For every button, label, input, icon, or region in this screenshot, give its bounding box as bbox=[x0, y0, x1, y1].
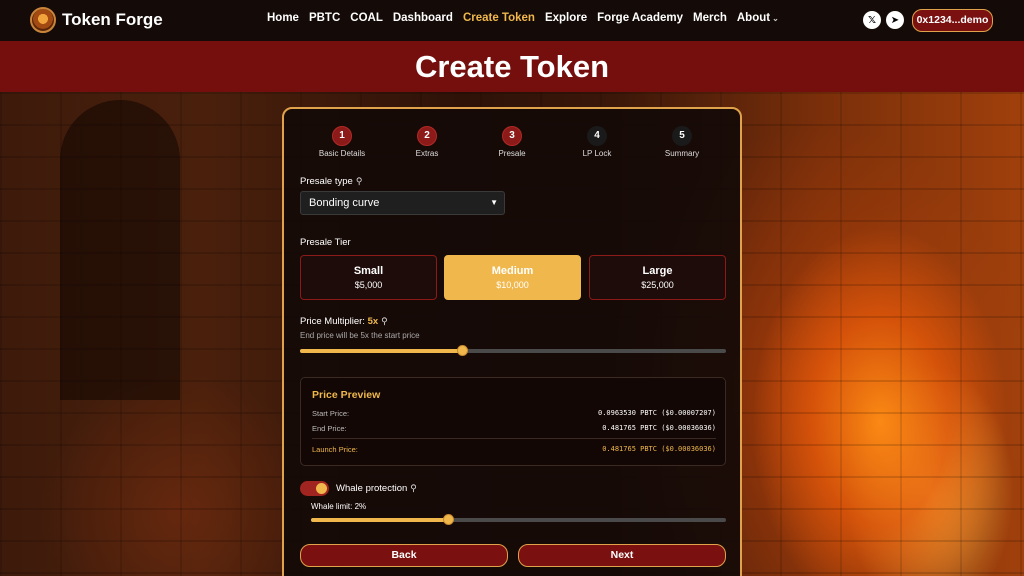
step-number: 2 bbox=[417, 126, 437, 146]
step-indicator: 1 Basic Details 2 Extras 3 Presale 4 LP … bbox=[302, 126, 726, 160]
tier-name: Medium bbox=[491, 265, 534, 277]
start-price-row: Start Price: 0.0963530 PBTC ($0.00007207… bbox=[312, 409, 716, 418]
price-multiplier-label: Price Multiplier: 5x ⚲ bbox=[300, 316, 388, 327]
nav-coal[interactable]: COAL bbox=[350, 12, 383, 24]
step-number: 3 bbox=[502, 126, 522, 146]
tier-small-option[interactable]: Small $5,000 bbox=[300, 255, 437, 300]
nav-pbtc[interactable]: PBTC bbox=[309, 12, 340, 24]
tier-name: Large bbox=[642, 265, 673, 277]
whale-protection-label-text: Whale protection bbox=[336, 483, 408, 494]
nav-dashboard[interactable]: Dashboard bbox=[393, 12, 453, 24]
price-multiplier-slider[interactable] bbox=[300, 345, 726, 356]
step-summary[interactable]: 5 Summary bbox=[642, 126, 722, 158]
lightbulb-icon[interactable]: ⚲ bbox=[356, 176, 363, 187]
brand-logo[interactable]: Token Forge bbox=[30, 7, 163, 33]
telegram-icon[interactable]: ➤ bbox=[886, 11, 904, 29]
tier-medium-option[interactable]: Medium $10,000 bbox=[444, 255, 581, 300]
price-preview-panel: Price Preview Start Price: 0.0963530 PBT… bbox=[300, 377, 726, 466]
step-lp-lock[interactable]: 4 LP Lock bbox=[557, 126, 637, 158]
end-price-label: End Price: bbox=[312, 424, 347, 433]
presale-type-value: Bonding curve bbox=[309, 197, 380, 209]
forge-logo-icon bbox=[30, 7, 56, 33]
nav-merch[interactable]: Merch bbox=[693, 12, 727, 24]
page-header: Create Token bbox=[0, 41, 1024, 92]
create-token-card: 1 Basic Details 2 Extras 3 Presale 4 LP … bbox=[282, 107, 742, 576]
tier-price: $10,000 bbox=[496, 280, 529, 290]
whale-protection-label: Whale protection ⚲ bbox=[336, 483, 417, 494]
launch-price-value: 0.481765 PBTC ($0.00036036) bbox=[602, 445, 716, 453]
nav-about-label: About bbox=[736, 12, 771, 24]
slider-fill bbox=[311, 518, 448, 522]
step-basic-details[interactable]: 1 Basic Details bbox=[302, 126, 382, 158]
back-button[interactable]: Back bbox=[300, 544, 508, 567]
lightbulb-icon[interactable]: ⚲ bbox=[410, 483, 417, 494]
page-title: Create Token bbox=[414, 49, 610, 84]
wallet-button[interactable]: 0x1234...demo bbox=[912, 9, 993, 32]
price-multiplier-label-text: Price Multiplier: bbox=[300, 316, 365, 327]
slider-thumb[interactable] bbox=[456, 345, 468, 356]
next-button[interactable]: Next bbox=[518, 544, 726, 567]
start-price-label: Start Price: bbox=[312, 409, 350, 418]
end-price-row: End Price: 0.481765 PBTC ($0.00036036) bbox=[312, 424, 716, 433]
nav-about[interactable]: About ⌄ bbox=[737, 12, 779, 24]
slider-fill bbox=[300, 349, 462, 353]
price-multiplier-hint: End price will be 5x the start price bbox=[300, 331, 420, 340]
start-price-value: 0.0963530 PBTC ($0.00007207) bbox=[597, 409, 716, 417]
chevron-down-icon: ▼ bbox=[490, 198, 498, 207]
whale-limit-label: Whale limit: 2% bbox=[311, 502, 367, 511]
x-icon[interactable]: 𝕏 bbox=[863, 11, 881, 29]
brand-name: Token Forge bbox=[62, 10, 163, 29]
step-number: 4 bbox=[587, 126, 607, 146]
step-label: Extras bbox=[415, 149, 439, 158]
nav-explore[interactable]: Explore bbox=[545, 12, 587, 24]
presale-type-label: Presale type ⚲ bbox=[300, 176, 362, 187]
lightbulb-icon[interactable]: ⚲ bbox=[381, 316, 388, 327]
tier-price: $5,000 bbox=[354, 280, 383, 290]
nav-forge-academy[interactable]: Forge Academy bbox=[597, 12, 683, 24]
end-price-value: 0.481765 PBTC ($0.00036036) bbox=[602, 424, 716, 432]
step-label: Presale bbox=[498, 149, 526, 158]
tier-price: $25,000 bbox=[641, 280, 674, 290]
whale-limit-slider[interactable] bbox=[311, 514, 726, 525]
nav-links: Home PBTC COAL Dashboard Create Token Ex… bbox=[267, 12, 779, 24]
step-label: LP Lock bbox=[582, 149, 612, 158]
step-label: Basic Details bbox=[318, 149, 366, 158]
presale-type-label-text: Presale type bbox=[300, 176, 353, 187]
step-extras[interactable]: 2 Extras bbox=[387, 126, 467, 158]
nav-home[interactable]: Home bbox=[267, 12, 299, 24]
toggle-knob bbox=[316, 483, 327, 494]
step-number: 5 bbox=[672, 126, 692, 146]
launch-price-row: Launch Price: 0.481765 PBTC ($0.00036036… bbox=[312, 445, 716, 454]
price-preview-title: Price Preview bbox=[312, 389, 381, 401]
step-label: Summary bbox=[664, 149, 700, 158]
forge-arch bbox=[60, 100, 180, 400]
preview-divider bbox=[312, 438, 716, 439]
tier-name: Small bbox=[353, 265, 384, 277]
chevron-down-icon: ⌄ bbox=[772, 14, 779, 23]
presale-type-select[interactable]: Bonding curve ▼ bbox=[300, 191, 505, 215]
step-number: 1 bbox=[332, 126, 352, 146]
top-navbar: Token Forge Home PBTC COAL Dashboard Cre… bbox=[0, 0, 1024, 41]
slider-thumb[interactable] bbox=[442, 514, 454, 525]
price-multiplier-value: 5x bbox=[367, 316, 379, 327]
whale-protection-toggle[interactable] bbox=[300, 481, 329, 496]
launch-price-label: Launch Price: bbox=[312, 445, 358, 454]
tier-large-option[interactable]: Large $25,000 bbox=[589, 255, 726, 300]
presale-tier-label: Presale Tier bbox=[300, 237, 351, 248]
nav-create-token[interactable]: Create Token bbox=[463, 12, 535, 24]
step-presale[interactable]: 3 Presale bbox=[472, 126, 552, 158]
